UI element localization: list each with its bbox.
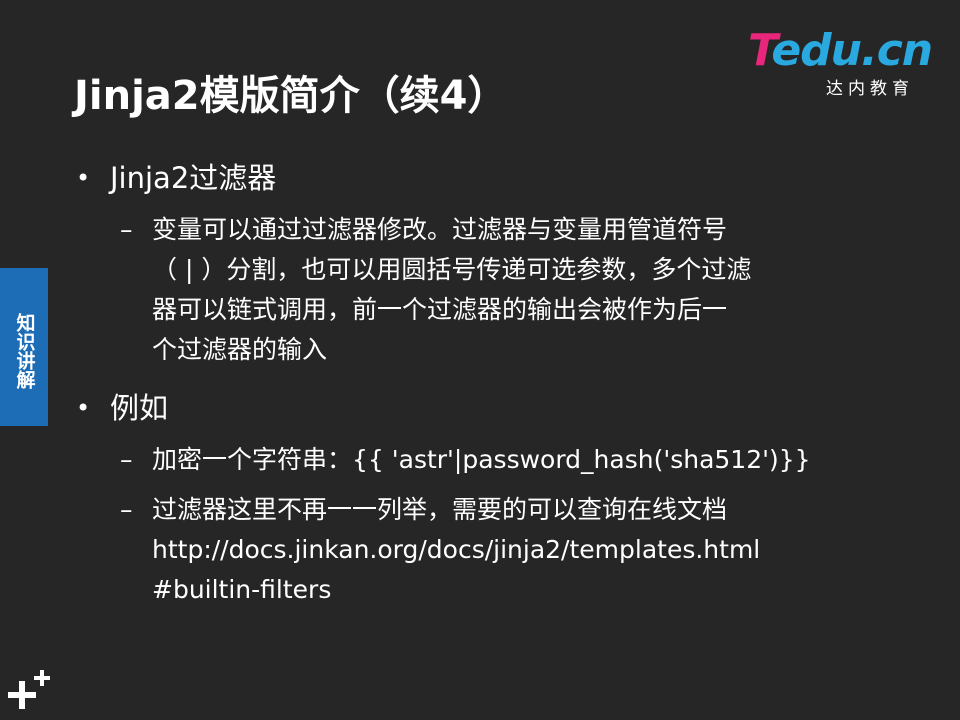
sub-bullet-text: 加密一个字符串：{{ 'astr'|password_hash('sha512'… [152,440,872,480]
text-line: 个过滤器的输入 [152,335,328,364]
slide: Tedu.cn 达内教育 Jinja2模版简介（续4） 知识讲解 • Jinja… [0,0,960,720]
sub-bullet-text: 变量可以通过过滤器修改。过滤器与变量用管道符号 （ | ）分割，也可以用圆括号传… [152,210,872,370]
sub-bullet-dash: – [120,445,133,474]
sub-bullet-dash: – [120,495,133,524]
link-text-line[interactable]: #builtin-filters [152,570,872,610]
bullet-text: Jinja2过滤器 [110,161,277,195]
bullet-dot: • [76,164,91,192]
sub-bullet-text: 过滤器这里不再一一列举，需要的可以查询在线文档 http://docs.jink… [152,490,872,610]
text-line: 变量可以通过过滤器修改。过滤器与变量用管道符号 [152,215,728,244]
text-line: 加密一个字符串：{{ 'astr'|password_hash('sha512'… [152,445,811,474]
plus-sparkle-icon [8,670,50,709]
text-line: 器可以链式调用，前一个过滤器的输出会被作为后一 [152,295,728,324]
text-line: （ | ）分割，也可以用圆括号传递可选参数，多个过滤 [152,255,752,284]
text-line: 过滤器这里不再一一列举，需要的可以查询在线文档 [152,495,728,524]
link-text-line[interactable]: http://docs.jinkan.org/docs/jinja2/templ… [152,530,872,570]
slide-content: • Jinja2过滤器 – 变量可以通过过滤器修改。过滤器与变量用管道符号 （ … [0,0,960,720]
bullet-dot: • [76,394,91,422]
sub-bullet-dash: – [120,215,133,244]
bullet-text: 例如 [110,391,169,425]
